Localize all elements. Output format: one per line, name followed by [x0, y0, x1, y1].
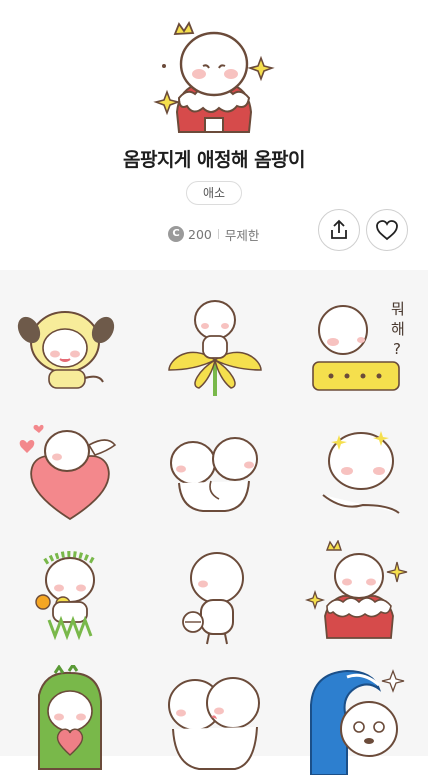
heart-icon [376, 220, 398, 241]
sticker-hula-maracas[interactable] [15, 540, 125, 650]
sticker-image [168, 300, 262, 396]
sticker-pack-header: 옴팡지게 애정해 옴팡이 애소 C 200 무제한 [0, 0, 428, 270]
sticker-image [322, 431, 400, 514]
sticker-image [304, 539, 408, 639]
sticker-image [38, 662, 102, 770]
sticker-image [182, 552, 244, 645]
sticker-drum-walk[interactable] [159, 540, 269, 650]
sticker-kiss-pair[interactable] [159, 665, 269, 775]
sticker-what-doing[interactable]: 뭐 해 ? [303, 290, 413, 400]
sticker-image [168, 677, 260, 770]
like-button[interactable] [366, 209, 408, 251]
share-icon [331, 219, 347, 239]
price-value: 200 [188, 226, 212, 242]
sticker-image [35, 551, 97, 641]
sticker-two-hug[interactable] [159, 415, 269, 525]
sticker-image: 뭐 해 ? [312, 300, 405, 391]
sticker-king-sparkle[interactable] [303, 539, 413, 650]
coin-icon: C [168, 226, 184, 242]
sticker-puppy-hood[interactable] [15, 290, 125, 400]
sticker-heart-hug[interactable] [15, 415, 125, 525]
author-tag[interactable]: 애소 [186, 181, 242, 205]
sticker-text-line3: ? [393, 340, 401, 358]
duration-value: 무제한 [224, 227, 260, 243]
sticker-dino-heart[interactable] [15, 662, 125, 775]
sticker-wave-shock[interactable] [303, 665, 413, 776]
sticker-image [17, 311, 115, 389]
price-info: C 200 무제한 [168, 224, 259, 244]
sticker-starry-lie[interactable] [303, 415, 413, 525]
sticker-text-line1: 뭐 [391, 300, 405, 318]
sticker-image [19, 424, 117, 521]
pack-title: 옴팡지게 애정해 옴팡이 [122, 149, 306, 171]
sticker-flower-hold[interactable] [159, 290, 269, 400]
sticker-grid: 뭐 해 ? [0, 270, 428, 776]
sticker-text-line2: 해 [391, 320, 405, 338]
share-button[interactable] [318, 209, 360, 251]
sticker-image [310, 669, 405, 776]
hero-sticker-image [153, 21, 275, 133]
meta-divider [217, 229, 219, 239]
sticker-image [170, 437, 258, 512]
